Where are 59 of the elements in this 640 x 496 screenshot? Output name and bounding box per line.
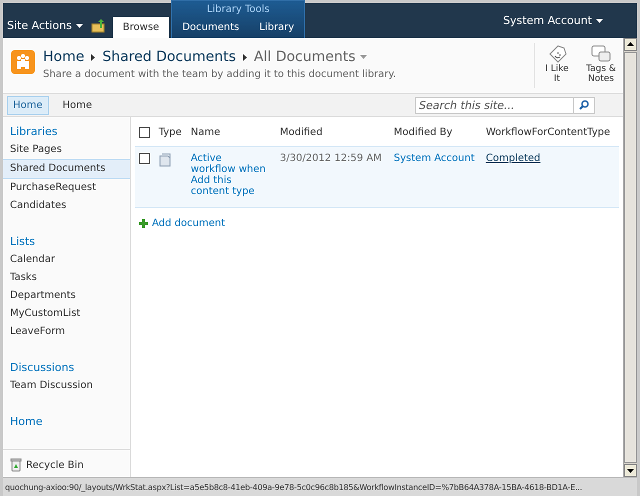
- column-header[interactable]: Modified: [280, 127, 323, 138]
- sidebar-item[interactable]: Shared Documents: [3, 159, 130, 179]
- sidebar-heading[interactable]: Libraries: [3, 123, 130, 141]
- sidebar-heading[interactable]: Discussions: [3, 359, 130, 377]
- table-row[interactable]: Active workflow when Add this content type 3/30/2012 12:59 AM System Account Completed: [135, 146, 619, 208]
- sidebar-item[interactable]: MyCustomList: [3, 305, 130, 323]
- chevron-right-icon: [91, 54, 96, 60]
- column-header[interactable]: Name: [190, 127, 220, 138]
- ribbon-tab[interactable]: Library: [249, 17, 304, 38]
- sidebar-item[interactable]: Recycle Bin: [26, 460, 84, 470]
- caret-down-icon: [360, 55, 367, 60]
- breadcrumb-link[interactable]: Home: [43, 49, 84, 65]
- search-field[interactable]: Search this site...: [415, 96, 573, 114]
- sidebar-item[interactable]: Calendar: [3, 251, 130, 269]
- site-actions-menu[interactable]: Site Actions: [3, 19, 87, 38]
- scroll-up-icon: [624, 38, 637, 51]
- breadcrumb-link[interactable]: All Documents: [254, 49, 367, 65]
- user-link[interactable]: System Account: [394, 153, 475, 164]
- column-header[interactable]: Type: [158, 127, 182, 138]
- scroll-down-icon: [624, 464, 637, 477]
- chevron-right-icon: [242, 54, 247, 60]
- caret-down-icon: [76, 24, 83, 28]
- ribbon-tab[interactable]: Documents: [172, 17, 250, 38]
- user-menu[interactable]: System Account: [503, 14, 637, 27]
- sidebar-heading[interactable]: Lists: [3, 233, 130, 251]
- sidebar-item[interactable]: Departments: [3, 287, 130, 305]
- caret-down-icon: [596, 18, 603, 23]
- column-header[interactable]: WorkflowForContentType: [486, 127, 610, 138]
- sidebar-item[interactable]: Team Discussion: [3, 377, 130, 395]
- sidebar-item[interactable]: Tasks: [3, 269, 130, 287]
- add-document-link[interactable]: Add document: [152, 218, 225, 229]
- nav-link[interactable]: Home: [7, 96, 49, 114]
- ribbon-tab[interactable]: Browse: [112, 17, 170, 38]
- status-url: quochung-axioo:90/_layouts/WrkStat.aspx?List=a5e5b8c8-41eb-409a-9e78-5c0c96c8b185&WorkflowInstanceID=%7bB64A378A-15BA-4618-BD1A-E...: [4, 482, 584, 492]
- speech-bubbles-icon: [590, 44, 612, 64]
- page-description: Share a document with the team by adding it to this document library.: [43, 69, 398, 80]
- table-cell: 3/30/2012 12:59 AM: [280, 153, 382, 164]
- contextual-group-title: Library Tools: [206, 3, 270, 17]
- plus-icon: [139, 219, 148, 228]
- select-all-checkbox[interactable]: [139, 127, 150, 138]
- sidebar-item[interactable]: Site Pages: [3, 141, 130, 159]
- folder-arrow-icon: [90, 19, 107, 33]
- scrollbar[interactable]: [623, 38, 637, 477]
- search-button[interactable]: [573, 96, 595, 114]
- ribbon-button[interactable]: I Like It: [535, 43, 579, 88]
- workflow-status-link[interactable]: Completed: [486, 153, 540, 164]
- search-icon: [579, 100, 589, 110]
- sidebar-item[interactable]: LeaveForm: [3, 323, 130, 341]
- breadcrumb-link[interactable]: Shared Documents: [102, 49, 236, 65]
- row-checkbox[interactable]: [139, 153, 150, 164]
- column-header[interactable]: Modified By: [394, 127, 452, 138]
- library-logo-icon: [11, 50, 35, 74]
- document-icon: [158, 153, 171, 167]
- sidebar-heading[interactable]: Home: [3, 413, 130, 431]
- nav-link[interactable]: Home: [56, 96, 98, 114]
- sidebar-item[interactable]: PurchaseRequest: [3, 179, 130, 197]
- recycle-bin-icon: [10, 458, 22, 472]
- sidebar-item[interactable]: Candidates: [3, 197, 130, 215]
- ribbon-button[interactable]: Tags & Notes: [579, 43, 623, 88]
